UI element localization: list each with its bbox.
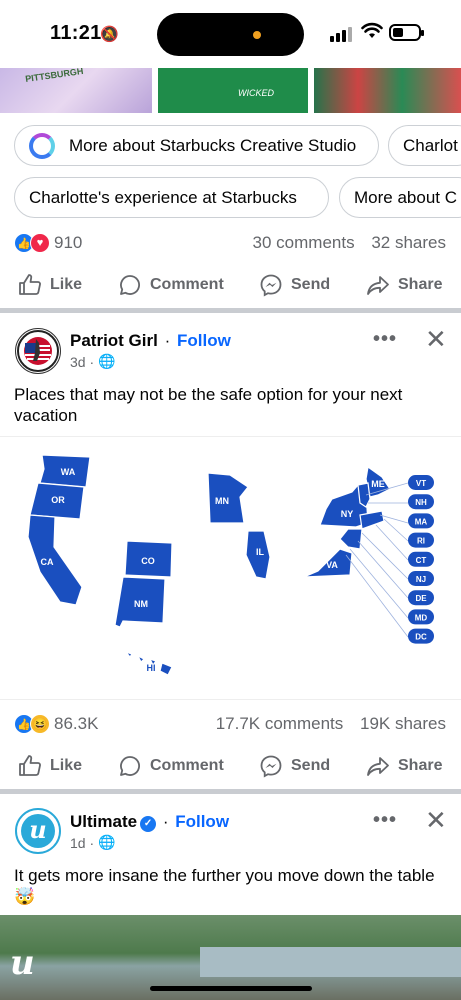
more-options-icon[interactable]: ••• xyxy=(373,809,397,832)
label-ny: NY xyxy=(341,509,354,519)
comment-icon xyxy=(120,756,140,776)
river xyxy=(200,947,461,977)
state-pill-label: NJ xyxy=(416,575,426,584)
state-pill-label: DE xyxy=(415,594,427,603)
follow-button[interactable]: Follow xyxy=(175,812,229,831)
label-co: CO xyxy=(141,556,155,566)
close-icon[interactable]: ✕ xyxy=(425,326,447,352)
label-il: IL xyxy=(256,547,265,557)
carousel-image[interactable]: WICKED xyxy=(158,68,308,113)
status-bar: 11:21 🔕 xyxy=(0,0,461,68)
like-button[interactable]: Like xyxy=(18,273,82,297)
close-icon[interactable]: ✕ xyxy=(425,807,447,833)
chip-charlotte-experience[interactable]: Charlotte's experience at Starbucks xyxy=(14,177,329,218)
us-states-map: WA OR CA CO NM MN IL NY ME VA HI VT NH MA R… xyxy=(27,454,434,676)
author-line: Ultimate ✓ · Follow xyxy=(70,812,230,832)
label-ca: CA xyxy=(41,557,54,567)
label-hi: HI xyxy=(147,663,156,673)
avatar[interactable]: u xyxy=(15,808,61,854)
carousel-image[interactable] xyxy=(314,68,461,113)
post-actions: Like Comment Send Share xyxy=(0,746,461,786)
thumbs-up-icon xyxy=(19,274,41,295)
share-arrow-icon xyxy=(367,757,389,776)
meta-ai-icon xyxy=(29,132,55,159)
dynamic-island xyxy=(157,13,304,56)
comment-button[interactable]: Comment xyxy=(118,273,224,297)
post-divider xyxy=(0,789,461,794)
share-arrow-icon xyxy=(367,276,389,295)
state-pill-list: VT NH MA RI CT NJ DE MD DC xyxy=(408,475,434,644)
post-time[interactable]: 1d · xyxy=(70,835,94,851)
ultimate-logo-icon: u xyxy=(21,814,55,848)
follow-button[interactable]: Follow xyxy=(177,331,231,350)
comments-count[interactable]: 30 comments xyxy=(253,233,355,252)
reaction-summary[interactable]: 👍 ♥ 910 30 comments 32 shares xyxy=(14,233,446,253)
chip-more-about[interactable]: More about C xyxy=(339,177,461,218)
globe-icon: 🌐 xyxy=(98,834,116,850)
label-nm: NM xyxy=(134,599,148,609)
avatar[interactable] xyxy=(15,328,61,374)
comment-button[interactable]: Comment xyxy=(118,754,224,778)
send-button[interactable]: Send xyxy=(259,273,330,297)
state-pill-label: NH xyxy=(415,498,427,507)
author-line: Patriot Girl · Follow xyxy=(70,331,231,350)
label-mn: MN xyxy=(215,496,229,506)
signal-icon xyxy=(330,27,352,42)
share-button[interactable]: Share xyxy=(366,273,442,297)
state-pill-label: VT xyxy=(416,479,426,488)
chip-starbucks-creative-studio[interactable]: More about Starbucks Creative Studio xyxy=(14,125,379,166)
home-indicator[interactable] xyxy=(150,986,312,991)
reaction-count[interactable]: 86.3K xyxy=(54,714,98,734)
send-button[interactable]: Send xyxy=(259,754,330,778)
reaction-summary[interactable]: 👍 😆 86.3K 17.7K comments 19K shares xyxy=(14,714,446,734)
label-me: ME xyxy=(371,479,385,489)
more-options-icon[interactable]: ••• xyxy=(373,328,397,351)
post-text: Places that may not be the safe option f… xyxy=(14,385,403,425)
comment-icon xyxy=(120,275,140,295)
state-pill-label: DC xyxy=(415,633,427,642)
thumbs-up-icon xyxy=(19,755,41,776)
wifi-icon xyxy=(361,22,383,38)
post-meta: 1d · 🌐 xyxy=(70,834,116,851)
state-pill-label: RI xyxy=(417,537,425,546)
carousel-image[interactable]: PITTSBURGH xyxy=(0,66,152,113)
battery-icon xyxy=(389,24,424,41)
state-pill-label: CT xyxy=(416,556,427,565)
messenger-icon xyxy=(260,755,282,778)
state-ca xyxy=(27,514,83,606)
label-wa: WA xyxy=(61,467,76,477)
shares-count[interactable]: 19K shares xyxy=(360,714,446,733)
messenger-icon xyxy=(260,274,282,297)
verified-badge-icon: ✓ xyxy=(140,816,157,832)
author-name[interactable]: Ultimate xyxy=(70,812,137,831)
label-or: OR xyxy=(51,495,65,505)
love-reaction-icon: ♥ xyxy=(30,233,50,253)
patriot-logo-icon xyxy=(17,330,59,372)
state-nj-de-md xyxy=(339,528,363,550)
post-time[interactable]: 3d · xyxy=(70,354,94,370)
shares-count[interactable]: 32 shares xyxy=(371,233,446,252)
state-pill-label: MA xyxy=(415,517,428,526)
image-carousel[interactable]: PITTSBURGH WICKED xyxy=(0,66,461,113)
label-va: VA xyxy=(326,560,338,570)
state-pill-label: MD xyxy=(415,613,428,622)
silent-bell-icon: 🔕 xyxy=(100,26,119,43)
chip-charlotte[interactable]: Charlot xyxy=(388,125,461,166)
ultimate-watermark-icon: u xyxy=(10,943,35,983)
post-text: It gets more insane the further you move… xyxy=(14,866,435,906)
share-button[interactable]: Share xyxy=(366,754,442,778)
post-actions: Like Comment Send Share xyxy=(0,265,461,305)
post-image-map[interactable]: WA OR CA CO NM MN IL NY ME VA HI VT NH MA R… xyxy=(0,436,461,700)
clock: 11:21 xyxy=(50,22,102,44)
like-button[interactable]: Like xyxy=(18,754,82,778)
author-name[interactable]: Patriot Girl xyxy=(70,331,158,350)
post-divider xyxy=(0,308,461,313)
reaction-count[interactable]: 910 xyxy=(54,233,82,253)
globe-icon: 🌐 xyxy=(98,353,116,369)
post-meta: 3d · 🌐 xyxy=(70,353,116,370)
comments-count[interactable]: 17.7K comments xyxy=(216,714,344,733)
haha-reaction-icon: 😆 xyxy=(30,714,50,734)
